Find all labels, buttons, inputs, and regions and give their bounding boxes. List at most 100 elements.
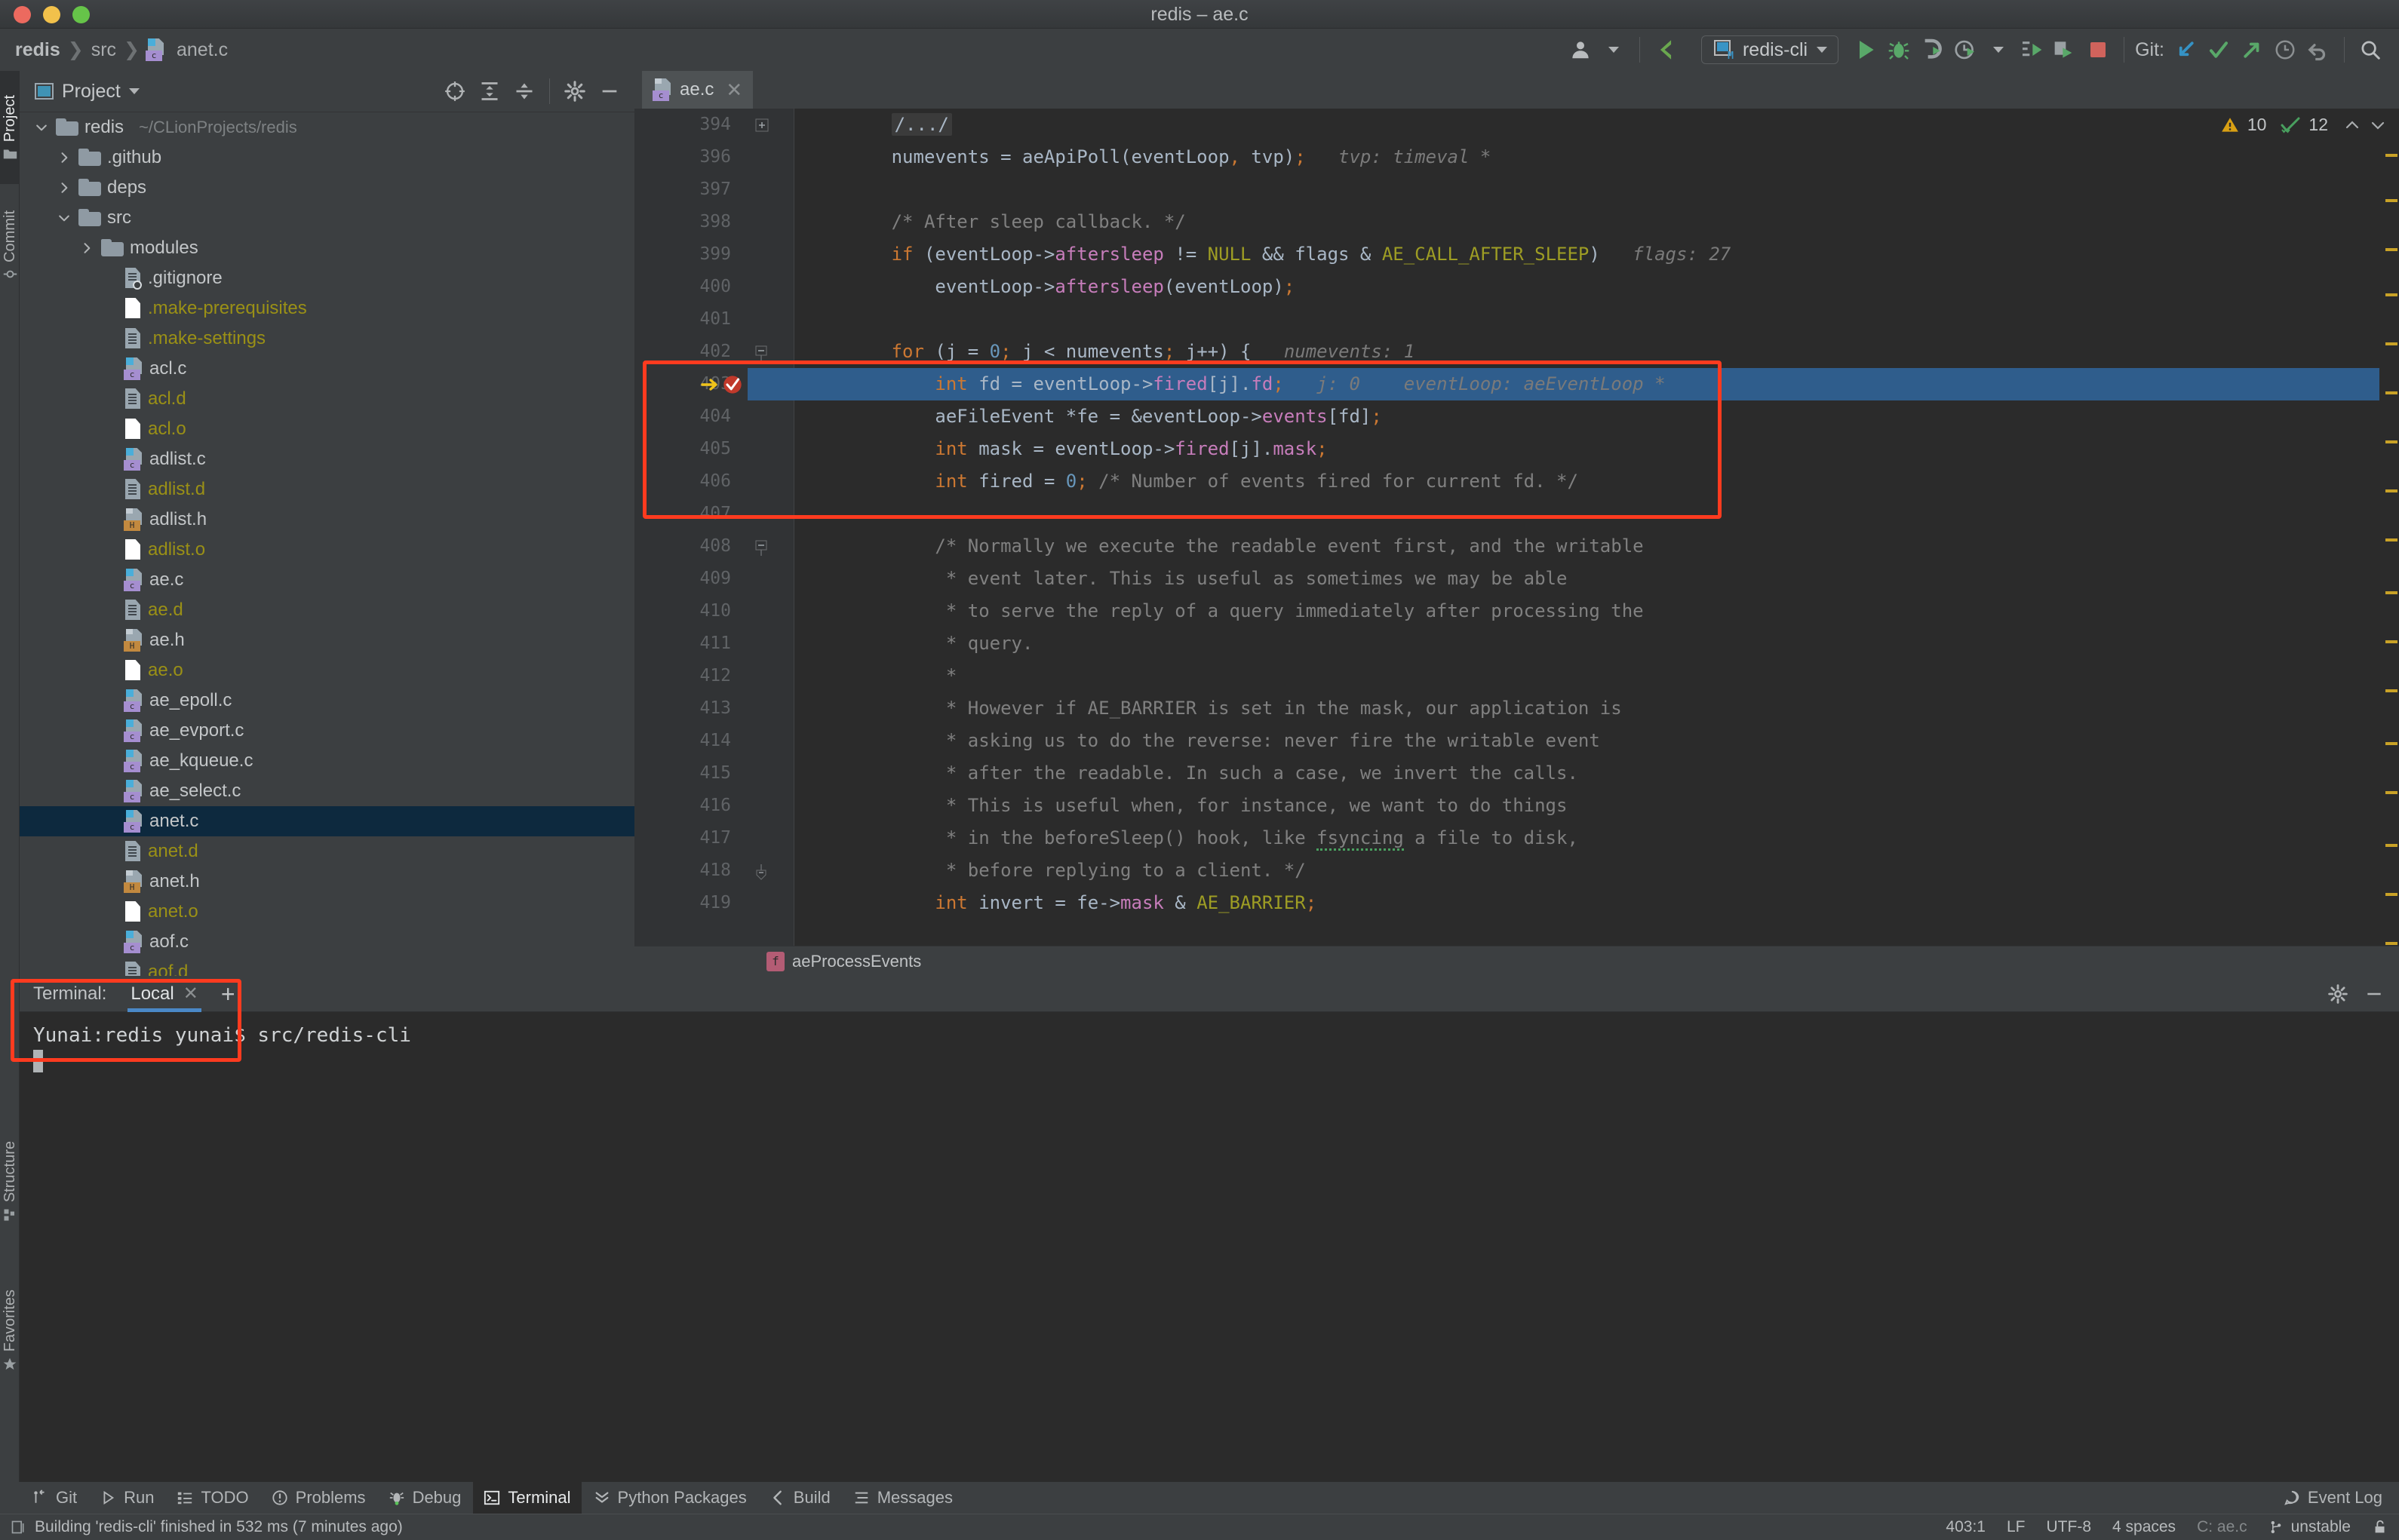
tab-ae-c[interactable]: c ae.c ✕	[642, 71, 754, 109]
error-stripe-mark[interactable]	[2385, 844, 2397, 847]
chevron-down-icon[interactable]	[1597, 33, 1630, 66]
tree-item-aof-d[interactable]: aof.d	[20, 957, 634, 976]
git-commit-check-icon[interactable]	[2202, 33, 2235, 66]
code-line[interactable]: 409 * event later. This is useful as som…	[634, 563, 2399, 595]
error-stripe-mark[interactable]	[2385, 640, 2397, 643]
tree-item-anet-d[interactable]: anet.d	[20, 836, 634, 867]
code-view[interactable]: 394 /.../396 numevents = aeApiPoll(event…	[634, 109, 2399, 946]
fold-collapse-icon[interactable]	[755, 345, 769, 361]
error-stripe-mark[interactable]	[2385, 391, 2397, 394]
code-line[interactable]: 410 * to serve the reply of a query imme…	[634, 595, 2399, 627]
event-log-button[interactable]: Event Log	[2284, 1488, 2399, 1508]
code-line[interactable]: 407	[634, 498, 2399, 530]
sidebar-item-project[interactable]: Project	[0, 71, 20, 184]
tree-item-anet-h[interactable]: Hanet.h	[20, 867, 634, 897]
git-branch-widget[interactable]: unstable	[2268, 1518, 2351, 1536]
run-play-icon[interactable]	[1849, 33, 1882, 66]
code-line[interactable]: 415 * after the readable. In such a case…	[634, 757, 2399, 790]
tree-item-redis[interactable]: redis ~/CLionProjects/redis	[20, 112, 634, 143]
tree-item-ae-select-c[interactable]: c ae_select.c	[20, 776, 634, 806]
code-line[interactable]: 412 *	[634, 660, 2399, 692]
chevron-right-icon[interactable]	[78, 240, 95, 256]
tree-item-gitignore[interactable]: .gitignore	[20, 263, 634, 293]
tree-item-modules[interactable]: modules	[20, 233, 634, 263]
error-stripe-mark[interactable]	[2385, 199, 2397, 202]
tool-window-tab-run[interactable]: Run	[89, 1482, 164, 1514]
code-line[interactable]: 414 * asking us to do the reverse: never…	[634, 725, 2399, 757]
tool-window-tab-debug[interactable]: Debug	[378, 1482, 472, 1514]
run-coverage-icon[interactable]	[2048, 33, 2081, 66]
error-stripe-mark[interactable]	[2385, 893, 2397, 896]
close-icon[interactable]: ✕	[726, 78, 742, 102]
tree-item-adlist-d[interactable]: adlist.d	[20, 474, 634, 505]
chevron-up-icon[interactable]	[2343, 116, 2361, 134]
git-rollback-icon[interactable]	[2302, 33, 2335, 66]
code-line[interactable]: 396 numevents = aeApiPoll(eventLoop, tvp…	[634, 141, 2399, 173]
code-line[interactable]: 398 /* After sleep callback. */	[634, 206, 2399, 238]
code-line[interactable]: 406 int fired = 0; /* Number of events f…	[634, 465, 2399, 498]
tree-item-ae-d[interactable]: ae.d	[20, 595, 634, 625]
attach-process-icon[interactable]	[1915, 33, 1949, 66]
tree-item-ae-o[interactable]: ae.o	[20, 655, 634, 686]
tree-item-ae-kqueue-c[interactable]: c ae_kqueue.c	[20, 746, 634, 776]
tree-item-ae-c[interactable]: c ae.c	[20, 565, 634, 595]
error-stripe-mark[interactable]	[2385, 154, 2397, 157]
close-icon[interactable]: ✕	[183, 983, 198, 1005]
read-only-lock-icon[interactable]	[2372, 1519, 2388, 1535]
error-stripe-mark[interactable]	[2385, 489, 2397, 492]
file-encoding[interactable]: UTF-8	[2047, 1518, 2092, 1536]
code-line[interactable]: 418 * before replying to a client. */	[634, 854, 2399, 887]
error-stripe-mark[interactable]	[2385, 440, 2397, 443]
run-with-icon[interactable]	[2015, 33, 2048, 66]
tree-item-adlist-c[interactable]: c adlist.c	[20, 444, 634, 474]
code-line[interactable]: 397	[634, 173, 2399, 206]
tree-item-acl-d[interactable]: acl.d	[20, 384, 634, 414]
tree-item-adlist-h[interactable]: Hadlist.h	[20, 505, 634, 535]
build-hammer-icon[interactable]	[1649, 33, 1682, 66]
code-line[interactable]: 402 for (j = 0; j < numevents; j++) { nu…	[634, 336, 2399, 368]
tool-window-tab-terminal[interactable]: Terminal	[473, 1482, 582, 1514]
error-stripe-mark[interactable]	[2385, 689, 2397, 692]
chevron-right-icon[interactable]	[56, 179, 72, 196]
stop-square-icon[interactable]	[2081, 33, 2115, 66]
code-line[interactable]: 416 * This is useful when, for instance,…	[634, 790, 2399, 822]
code-line[interactable]: 419 int invert = fe->mask & AE_BARRIER;	[634, 887, 2399, 919]
line-separator[interactable]: LF	[2007, 1518, 2026, 1536]
scroll-from-source-icon[interactable]	[439, 75, 471, 107]
code-line[interactable]: 401	[634, 303, 2399, 336]
tool-window-tab-todo[interactable]: TODO	[166, 1482, 259, 1514]
fold-expand-icon[interactable]	[755, 118, 769, 132]
chevron-down-icon[interactable]	[56, 210, 72, 226]
hide-panel-icon[interactable]	[594, 75, 625, 107]
tree-item-ae-evport-c[interactable]: c ae_evport.c	[20, 716, 634, 746]
error-stripe-mark[interactable]	[2385, 248, 2397, 251]
error-stripe-mark[interactable]	[2385, 293, 2397, 296]
code-line[interactable]: 400 eventLoop->aftersleep(eventLoop);	[634, 271, 2399, 303]
tree-item-github[interactable]: .github	[20, 143, 634, 173]
hide-panel-icon[interactable]	[2358, 978, 2390, 1010]
tree-item-anet-o[interactable]: anet.o	[20, 897, 634, 927]
fold-region-end-icon[interactable]	[755, 864, 769, 880]
editor-breadcrumb[interactable]: f aeProcessEvents	[634, 946, 2399, 976]
error-stripe-mark[interactable]	[2385, 742, 2397, 745]
user-avatar-icon[interactable]	[1564, 33, 1597, 66]
tree-item-anet-c[interactable]: c anet.c	[20, 806, 634, 836]
tree-item-ae-epoll-c[interactable]: c ae_epoll.c	[20, 686, 634, 716]
tree-item-acl-c[interactable]: c acl.c	[20, 354, 634, 384]
breadcrumb-file[interactable]: c anet.c	[143, 38, 232, 61]
error-stripe-mark[interactable]	[2385, 342, 2397, 345]
inspection-widget[interactable]: 10 12	[2220, 115, 2387, 135]
tool-window-tab-messages[interactable]: Messages	[843, 1482, 963, 1514]
code-line[interactable]: 413 * However if AE_BARRIER is set in th…	[634, 692, 2399, 725]
code-line[interactable]: 399 if (eventLoop->aftersleep != NULL &&…	[634, 238, 2399, 271]
debug-bug-icon[interactable]	[1882, 33, 1915, 66]
chevron-down-icon[interactable]	[2369, 116, 2387, 134]
tree-item-deps[interactable]: deps	[20, 173, 634, 203]
code-line[interactable]: 404 aeFileEvent *fe = &eventLoop->events…	[634, 400, 2399, 433]
sidebar-item-structure[interactable]: Structure	[0, 1112, 20, 1251]
breakpoint-icon[interactable]	[722, 374, 743, 395]
terminal-tab-local[interactable]: Local ✕	[127, 976, 202, 1012]
error-stripe-mark[interactable]	[2385, 942, 2397, 945]
tree-item-acl-o[interactable]: acl.o	[20, 414, 634, 444]
code-line[interactable]: 394 /.../	[634, 109, 2399, 141]
